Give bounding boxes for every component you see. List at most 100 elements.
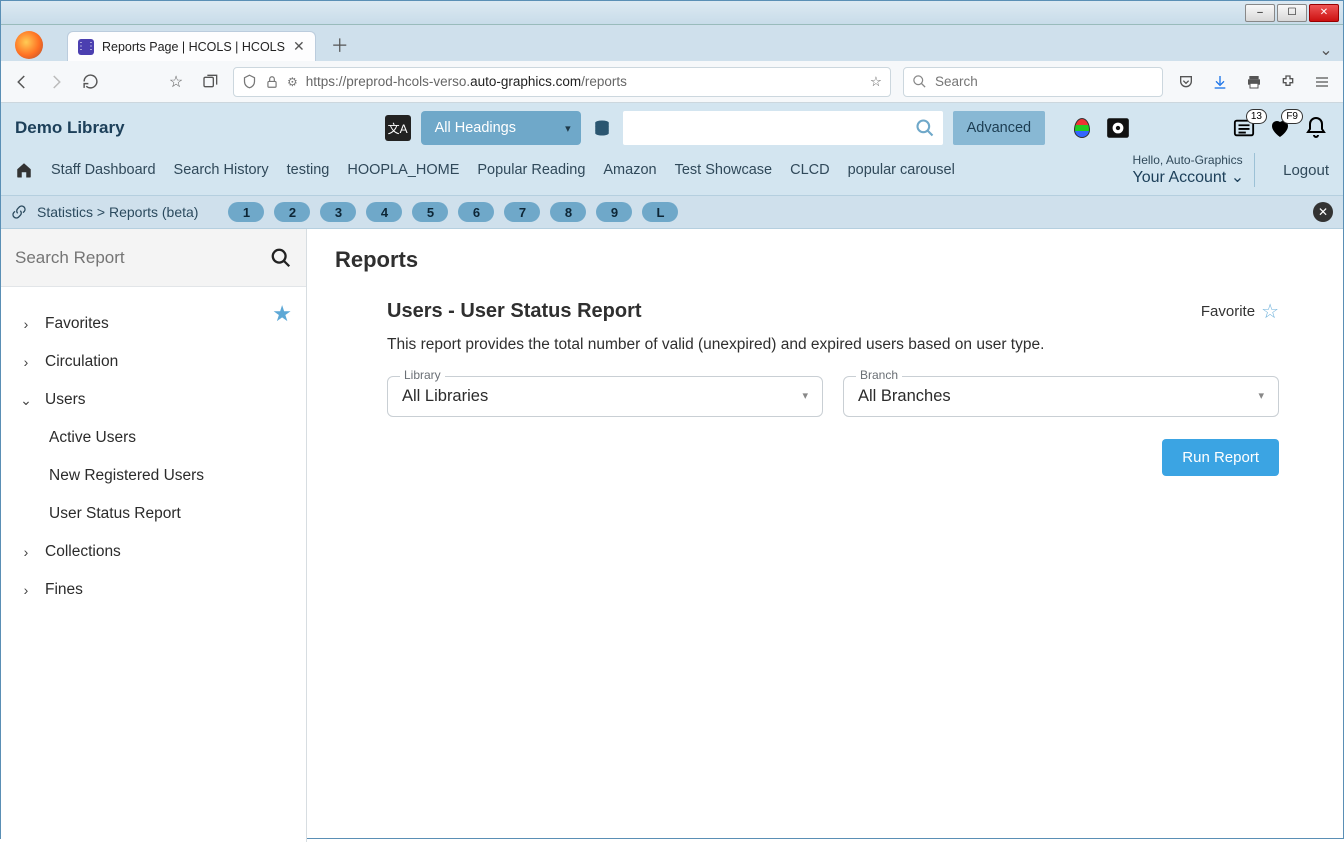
database-icon[interactable] — [591, 118, 613, 138]
tree-users-status-report[interactable]: User Status Report — [11, 495, 296, 533]
branch-select[interactable]: Branch All Branches — [843, 376, 1279, 417]
tree-collections[interactable]: › Collections — [11, 533, 296, 571]
chevron-right-icon: › — [19, 582, 33, 598]
window-close-button[interactable]: ✕ — [1309, 4, 1339, 22]
library-select-label: Library — [400, 368, 445, 382]
shield-icon — [242, 74, 257, 89]
downloads-icon[interactable] — [1209, 71, 1231, 93]
browser-tab-active[interactable]: ⋮⋮ Reports Page | HCOLS | HCOLS ✕ — [67, 31, 316, 61]
nav-popular-carousel[interactable]: popular carousel — [848, 162, 955, 178]
account-greeting: Hello, Auto-Graphics — [1133, 153, 1245, 167]
chevron-right-icon: › — [19, 354, 33, 370]
nav-popular-reading[interactable]: Popular Reading — [477, 162, 585, 178]
nav-test-showcase[interactable]: Test Showcase — [675, 162, 773, 178]
back-button[interactable] — [11, 71, 33, 93]
tab-favicon-icon: ⋮⋮ — [78, 39, 94, 55]
main-panel: Reports Users - User Status Report Favor… — [307, 229, 1343, 842]
catalog-search-box[interactable] — [623, 111, 943, 145]
tree-users-new-registered[interactable]: New Registered Users — [11, 457, 296, 495]
bookmark-star-icon[interactable]: ☆ — [165, 71, 187, 93]
sidebar-search-input[interactable] — [15, 248, 260, 268]
extensions-icon[interactable] — [1277, 71, 1299, 93]
content-area: ★ › Favorites › Circulation ⌄ Users Acti… — [1, 229, 1343, 842]
library-select[interactable]: Library All Libraries — [387, 376, 823, 417]
reload-button[interactable] — [79, 71, 101, 93]
nav-clcd[interactable]: CLCD — [790, 162, 829, 178]
session-pill[interactable]: 5 — [412, 202, 448, 222]
session-pill[interactable]: 2 — [274, 202, 310, 222]
chevron-down-icon: ⌄ — [19, 392, 33, 409]
headings-select-label: All Headings — [435, 120, 516, 136]
translate-icon[interactable]: 文A — [385, 115, 411, 141]
browser-search-box[interactable] — [903, 67, 1163, 97]
nav-search-history[interactable]: Search History — [174, 162, 269, 178]
session-pill[interactable]: 1 — [228, 202, 264, 222]
new-tab-button[interactable]: ＋ — [326, 31, 354, 59]
library-name: Demo Library — [15, 118, 125, 138]
chevron-down-icon: ⌄ — [1231, 169, 1244, 186]
session-pill[interactable]: 9 — [596, 202, 632, 222]
scan-icon[interactable] — [1105, 115, 1131, 141]
breadcrumb-text[interactable]: Statistics > Reports (beta) — [37, 204, 198, 220]
permissions-icon[interactable]: ⚙ — [287, 75, 298, 89]
tab-title: Reports Page | HCOLS | HCOLS — [102, 40, 285, 54]
print-icon[interactable] — [1243, 71, 1265, 93]
search-icon — [912, 74, 927, 89]
menu-icon[interactable] — [1311, 71, 1333, 93]
run-report-button[interactable]: Run Report — [1162, 439, 1279, 476]
branch-select-value: All Branches — [858, 387, 1264, 406]
tree-users[interactable]: ⌄ Users — [11, 381, 296, 419]
account-label: Your Account ⌄ — [1133, 167, 1245, 187]
container-icon[interactable] — [199, 71, 221, 93]
close-bar-icon[interactable]: ✕ — [1313, 202, 1333, 222]
notifications-icon[interactable] — [1303, 115, 1329, 141]
url-bar[interactable]: ⚙ https://preprod-hcols-verso.auto-graph… — [233, 67, 891, 97]
window-minimize-button[interactable]: – — [1245, 4, 1275, 22]
forward-button — [45, 71, 67, 93]
bookmark-page-icon[interactable]: ☆ — [870, 74, 882, 90]
tree-fines[interactable]: › Fines — [11, 571, 296, 609]
session-pill[interactable]: L — [642, 202, 678, 222]
home-icon[interactable] — [15, 161, 33, 179]
lists-badge: 13 — [1246, 109, 1267, 124]
tree-users-active[interactable]: Active Users — [11, 419, 296, 457]
nav-testing[interactable]: testing — [287, 162, 330, 178]
balloon-icon[interactable] — [1069, 115, 1095, 141]
session-pill[interactable]: 6 — [458, 202, 494, 222]
search-icon[interactable] — [270, 247, 292, 269]
sidebar-search[interactable] — [1, 229, 306, 287]
favorite-toggle[interactable]: Favorite ☆ — [1201, 299, 1279, 324]
advanced-search-button[interactable]: Advanced — [953, 111, 1046, 145]
sidebar-favorite-star-icon[interactable]: ★ — [272, 301, 292, 327]
catalog-search-input[interactable] — [631, 120, 915, 136]
firefox-logo-icon — [15, 31, 43, 59]
tabs-dropdown-icon[interactable]: ⌄ — [1315, 39, 1337, 61]
favorites-icon[interactable]: F9 — [1267, 115, 1293, 141]
nav-staff-dashboard[interactable]: Staff Dashboard — [51, 162, 156, 178]
session-pill[interactable]: 8 — [550, 202, 586, 222]
nav-amazon[interactable]: Amazon — [603, 162, 656, 178]
headings-select[interactable]: All Headings — [421, 111, 581, 145]
url-text: https://preprod-hcols-verso.auto-graphic… — [306, 74, 627, 89]
session-pill[interactable]: 3 — [320, 202, 356, 222]
browser-search-input[interactable] — [935, 74, 1154, 89]
account-menu[interactable]: Hello, Auto-Graphics Your Account ⌄ — [1133, 153, 1256, 187]
lock-icon — [265, 75, 279, 89]
tree-favorites[interactable]: › Favorites — [11, 305, 296, 343]
lists-icon[interactable]: 13 — [1231, 115, 1257, 141]
tab-close-icon[interactable]: ✕ — [293, 38, 305, 55]
catalog-search-icon[interactable] — [915, 118, 935, 138]
branch-select-label: Branch — [856, 368, 902, 382]
session-pill[interactable]: 7 — [504, 202, 540, 222]
star-outline-icon: ☆ — [1261, 299, 1279, 324]
window-maximize-button[interactable]: ☐ — [1277, 4, 1307, 22]
reports-sidebar: ★ › Favorites › Circulation ⌄ Users Acti… — [1, 229, 307, 842]
tree-circulation[interactable]: › Circulation — [11, 343, 296, 381]
library-select-value: All Libraries — [402, 387, 808, 406]
nav-hoopla-home[interactable]: HOOPLA_HOME — [347, 162, 459, 178]
session-pill[interactable]: 4 — [366, 202, 402, 222]
chevron-right-icon: › — [19, 316, 33, 332]
pocket-icon[interactable] — [1175, 71, 1197, 93]
logout-link[interactable]: Logout — [1283, 162, 1329, 179]
browser-toolbar: ☆ ⚙ https://preprod-hcols-verso.auto-gra… — [1, 61, 1343, 103]
